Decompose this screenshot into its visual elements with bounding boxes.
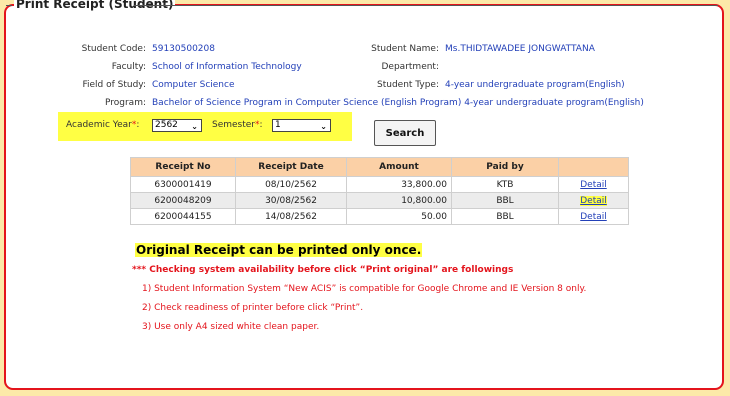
semester-label: Semester*: [212,120,263,130]
table-row: 6200044155 14/08/2562 50.00 BBL Detail [130,208,629,225]
faculty-label: Faculty: [111,62,146,72]
student-code-label: Student Code: [81,44,146,54]
chevron-down-icon: ⌄ [320,122,327,131]
table-row: 6200048209 30/08/2562 10,800.00 BBL Deta… [130,192,629,209]
amount-cell: 33,800.00 [346,176,452,193]
student-name-value: Ms.THIDTAWADEE JONGWATTANA [445,44,595,54]
table-row: 6300001419 08/10/2562 33,800.00 KTB Deta… [130,176,629,193]
header-action [558,157,629,177]
student-type-label: Student Type: [377,80,439,90]
action-cell: Detail [558,208,629,225]
header-amount: Amount [346,157,452,177]
receipt-date-cell: 30/08/2562 [235,192,347,209]
receipt-date-cell: 08/10/2562 [235,176,347,193]
receipt-panel: Print Receipt (Student) Student Code: 59… [4,0,724,390]
notice-item-3: 3) Use only A4 sized white clean paper. [142,322,320,332]
fieldset-border-left [6,5,12,6]
program-value: Bachelor of Science Program in Computer … [152,98,644,108]
department-label: Department: [381,62,440,72]
field-of-study-label: Field of Study: [82,80,146,90]
faculty-value: School of Information Technology [152,62,302,72]
action-cell: Detail [558,192,629,209]
semester-select[interactable]: 1 ⌄ [272,119,331,132]
paid-by-cell: BBL [451,192,559,209]
notice-item-1: 1) Student Information System “New ACIS”… [142,284,587,294]
header-paid-by: Paid by [451,157,559,177]
program-label: Program: [104,98,146,108]
chevron-down-icon: ⌄ [191,122,198,131]
receipt-no-cell: 6200048209 [130,192,236,209]
search-button[interactable]: Search [374,120,436,146]
header-receipt-date: Receipt Date [235,157,347,177]
action-cell: Detail [558,176,629,193]
header-receipt-no: Receipt No [130,157,236,177]
detail-link[interactable]: Detail [580,180,607,190]
detail-link[interactable]: Detail [580,212,607,222]
print-once-notice: Original Receipt can be printed only onc… [135,243,423,257]
receipt-no-cell: 6200044155 [130,208,236,225]
receipt-no-cell: 6300001419 [130,176,236,193]
table-header-row: Receipt No Receipt Date Amount Paid by [130,157,629,177]
student-code-value: 59130500208 [152,44,215,54]
receipt-date-cell: 14/08/2562 [235,208,347,225]
academic-year-select[interactable]: 2562 ⌄ [152,119,202,132]
paid-by-cell: BBL [451,208,559,225]
detail-link[interactable]: Detail [580,195,607,206]
receipt-table: Receipt No Receipt Date Amount Paid by 6… [130,157,629,225]
amount-cell: 10,800.00 [346,192,452,209]
student-name-label: Student Name: [371,44,439,54]
field-of-study-value: Computer Science [152,80,235,90]
academic-year-label: Academic Year*: [66,120,140,130]
student-type-value: 4-year undergraduate program(English) [445,80,625,90]
checking-notice: *** Checking system availability before … [132,265,514,275]
paid-by-cell: KTB [451,176,559,193]
fieldset-border [134,5,718,6]
amount-cell: 50.00 [346,208,452,225]
notice-item-2: 2) Check readiness of printer before cli… [142,303,364,313]
